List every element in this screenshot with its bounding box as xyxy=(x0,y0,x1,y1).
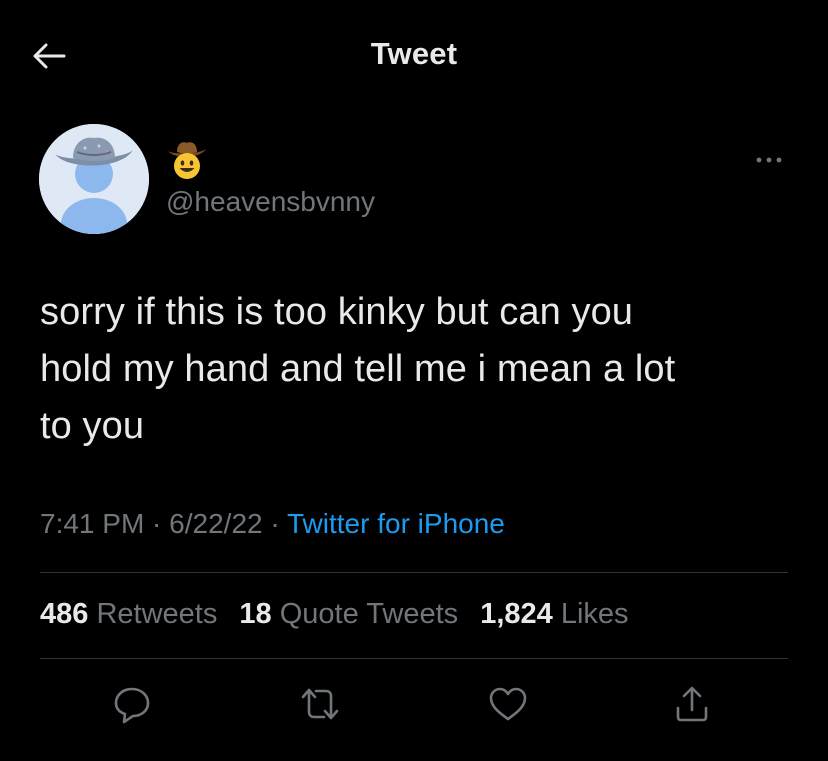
user-handle[interactable]: @heavensbvnny xyxy=(166,186,375,218)
share-icon xyxy=(676,686,708,722)
quotes-count: 18 xyxy=(239,598,272,630)
retweet-button[interactable] xyxy=(298,682,342,726)
reply-icon xyxy=(114,687,150,724)
heart-icon xyxy=(489,687,527,721)
tweet-date: 6/22/22 xyxy=(169,508,263,539)
retweets-stat[interactable]: 486 Retweets xyxy=(40,598,217,630)
likes-count: 1,824 xyxy=(480,598,553,630)
retweets-count: 486 xyxy=(40,598,89,630)
quote-tweets-stat[interactable]: 18 Quote Tweets xyxy=(239,598,458,630)
meta-separator: · xyxy=(144,508,170,539)
more-options-icon xyxy=(756,157,782,163)
likes-label: Likes xyxy=(560,598,629,630)
more-options-button[interactable] xyxy=(750,150,790,170)
tweet-text-line: hold my hand and tell me i mean a lot xyxy=(40,348,676,390)
avatar[interactable] xyxy=(39,124,149,234)
tweet-text-line: sorry if this is too kinky but can you xyxy=(40,291,634,333)
tweet-time: 7:41 PM xyxy=(40,508,145,539)
header-bar: Tweet xyxy=(0,0,828,110)
action-bar xyxy=(0,682,828,728)
divider xyxy=(40,572,788,573)
divider xyxy=(40,658,788,659)
tweet-meta: 7:41 PM · 6/22/22 · Twitter for iPhone xyxy=(40,508,505,540)
reply-button[interactable] xyxy=(110,682,154,726)
tweet-text-line: to you xyxy=(40,405,145,447)
page-title: Tweet xyxy=(370,36,458,71)
cowboy-hat-face-emoji-icon[interactable] xyxy=(166,139,208,181)
engagement-stats: 486 Retweets 18 Quote Tweets 1,824 Likes xyxy=(40,598,643,631)
tweet-body: sorry if this is too kinky but can you h… xyxy=(40,284,800,455)
cowboy-avatar-icon xyxy=(39,124,149,234)
tweet-source-link[interactable]: Twitter for iPhone xyxy=(287,508,505,539)
retweet-icon xyxy=(301,688,339,720)
quotes-label: Quote Tweets xyxy=(279,598,459,630)
like-button[interactable] xyxy=(486,682,530,726)
retweets-label: Retweets xyxy=(96,598,218,630)
likes-stat[interactable]: 1,824 Likes xyxy=(480,598,628,630)
meta-separator: · xyxy=(262,508,287,539)
share-button[interactable] xyxy=(670,682,714,726)
